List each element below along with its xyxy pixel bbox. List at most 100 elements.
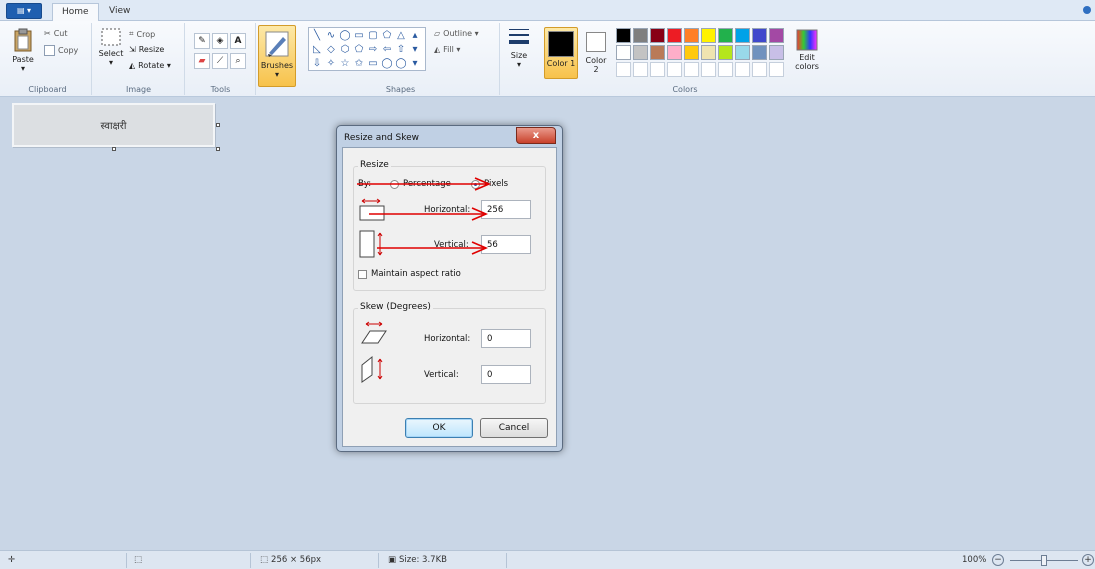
status-separator bbox=[378, 553, 379, 568]
palette-swatch[interactable] bbox=[650, 45, 665, 60]
palette-swatch[interactable] bbox=[735, 28, 750, 43]
select-button[interactable]: Select ▾ bbox=[97, 27, 125, 67]
shape-item[interactable]: ◯ bbox=[338, 29, 352, 43]
shape-item[interactable]: ⇩ bbox=[310, 57, 324, 71]
shape-item[interactable]: ⬠ bbox=[380, 29, 394, 43]
help-icon[interactable] bbox=[1083, 6, 1091, 14]
shape-item[interactable]: ▭ bbox=[352, 29, 366, 43]
fill-button[interactable]: ◭ Fill ▾ bbox=[434, 45, 460, 54]
color2-button[interactable]: Color 2 bbox=[582, 27, 610, 79]
shape-item[interactable]: ▾ bbox=[408, 43, 422, 57]
shape-item[interactable]: ◇ bbox=[324, 43, 338, 57]
custom-color-slot[interactable] bbox=[684, 62, 699, 77]
palette-swatch[interactable] bbox=[769, 45, 784, 60]
custom-color-slot[interactable] bbox=[735, 62, 750, 77]
tools-group: ✎ ◈ A ▰ ⟋ ⌕ Tools bbox=[186, 23, 256, 95]
image-group: Select ▾ ⌗ Crop ⇲ Resize ◭ Rotate ▾ Image bbox=[93, 23, 185, 95]
shape-item[interactable]: ∿ bbox=[324, 29, 338, 43]
image-canvas[interactable]: स्वाक्षरी bbox=[12, 103, 215, 147]
crop-button[interactable]: ⌗ Crop bbox=[129, 29, 155, 39]
palette-swatch[interactable] bbox=[633, 28, 648, 43]
status-bar: ✛ ⬚ ⬚ 256 × 56px ▣ Size: 3.7KB 100% − + bbox=[0, 550, 1095, 569]
tab-home[interactable]: Home bbox=[52, 3, 99, 22]
custom-color-slot[interactable] bbox=[667, 62, 682, 77]
shape-item[interactable]: ⇧ bbox=[394, 43, 408, 57]
zoom-slider-thumb[interactable] bbox=[1041, 555, 1047, 566]
shape-item[interactable]: ◺ bbox=[310, 43, 324, 57]
color1-button[interactable]: Color 1 bbox=[544, 27, 578, 79]
shape-item[interactable]: ╲ bbox=[310, 29, 324, 43]
shape-item[interactable]: ▾ bbox=[408, 57, 422, 71]
custom-color-slot[interactable] bbox=[633, 62, 648, 77]
color-picker-icon[interactable]: ⟋ bbox=[212, 53, 228, 69]
palette-swatch[interactable] bbox=[701, 28, 716, 43]
shapes-gallery[interactable]: ╲ ∿ ◯ ▭ ▢ ⬠ △ ▴ ◺ ◇ ⬡ ⬠ ⇨ ⇦ ⇧ ▾ ⇩ ✧ ☆ ✩ ▭ ◯ ◯ ▾ bbox=[308, 27, 426, 71]
zoom-out-button[interactable]: − bbox=[992, 554, 1004, 566]
shape-item[interactable]: ▭ bbox=[366, 57, 380, 71]
magnifier-icon[interactable]: ⌕ bbox=[230, 53, 246, 69]
image-group-label: Image bbox=[125, 85, 152, 94]
shape-item[interactable]: ☆ bbox=[338, 57, 352, 71]
shape-item[interactable]: △ bbox=[394, 29, 408, 43]
custom-color-slot[interactable] bbox=[701, 62, 716, 77]
custom-color-slot[interactable] bbox=[769, 62, 784, 77]
copy-button[interactable]: Copy bbox=[44, 45, 78, 56]
palette-swatch[interactable] bbox=[684, 28, 699, 43]
pencil-icon[interactable]: ✎ bbox=[194, 33, 210, 49]
file-size: ▣ Size: 3.7KB bbox=[388, 555, 447, 565]
palette-swatch[interactable] bbox=[718, 45, 733, 60]
palette-swatch[interactable] bbox=[701, 45, 716, 60]
palette-swatch[interactable] bbox=[616, 45, 631, 60]
text-tool-icon[interactable]: A bbox=[230, 33, 246, 49]
custom-color-slot[interactable] bbox=[718, 62, 733, 77]
palette-swatch[interactable] bbox=[667, 45, 682, 60]
brushes-button[interactable]: Brushes ▾ bbox=[258, 25, 296, 87]
edit-colors-button[interactable]: Edit colors bbox=[790, 29, 824, 71]
palette-swatch[interactable] bbox=[718, 28, 733, 43]
resize-handle-bottom[interactable] bbox=[112, 147, 116, 151]
file-menu-button[interactable]: ▤ ▾ bbox=[6, 3, 42, 19]
palette-swatch[interactable] bbox=[616, 28, 631, 43]
paste-button[interactable]: Paste ▾ bbox=[8, 27, 38, 73]
shapes-group-label: Shapes bbox=[385, 85, 416, 94]
shape-item[interactable]: ▢ bbox=[366, 29, 380, 43]
palette-swatch[interactable] bbox=[650, 28, 665, 43]
copy-icon bbox=[44, 45, 55, 56]
shape-item[interactable]: ▴ bbox=[408, 29, 422, 43]
size-button[interactable]: Size ▾ bbox=[504, 25, 534, 69]
custom-color-slot[interactable] bbox=[752, 62, 767, 77]
palette-swatch[interactable] bbox=[633, 45, 648, 60]
clipboard-group: Paste ▾ ✂ Cut Copy Clipboard bbox=[4, 23, 92, 95]
shape-item[interactable]: ◯ bbox=[380, 57, 394, 71]
shape-item[interactable]: ⇦ bbox=[380, 43, 394, 57]
resize-handle-corner[interactable] bbox=[216, 147, 220, 151]
shape-item[interactable]: ◯ bbox=[394, 57, 408, 71]
resize-handle-right[interactable] bbox=[216, 123, 220, 127]
shape-item[interactable]: ✩ bbox=[352, 57, 366, 71]
dialog-close-button[interactable]: x bbox=[516, 127, 556, 144]
custom-color-slot[interactable] bbox=[616, 62, 631, 77]
shape-item[interactable]: ✧ bbox=[324, 57, 338, 71]
cut-button[interactable]: ✂ Cut bbox=[44, 29, 68, 38]
shape-item[interactable]: ⬡ bbox=[338, 43, 352, 57]
custom-color-slot[interactable] bbox=[650, 62, 665, 77]
fill-bucket-icon[interactable]: ◈ bbox=[212, 33, 228, 49]
colors-group-label: Colors bbox=[672, 85, 698, 94]
eraser-icon[interactable]: ▰ bbox=[194, 53, 210, 69]
palette-swatch[interactable] bbox=[667, 28, 682, 43]
palette-swatch[interactable] bbox=[752, 45, 767, 60]
palette-swatch[interactable] bbox=[769, 28, 784, 43]
cursor-position-icon: ✛ bbox=[8, 555, 16, 565]
resize-button[interactable]: ⇲ Resize bbox=[129, 45, 164, 54]
shape-item[interactable]: ⬠ bbox=[352, 43, 366, 57]
palette-swatch[interactable] bbox=[752, 28, 767, 43]
palette-swatch[interactable] bbox=[684, 45, 699, 60]
tab-view[interactable]: View bbox=[100, 3, 139, 22]
palette-swatch[interactable] bbox=[735, 45, 750, 60]
rotate-button[interactable]: ◭ Rotate ▾ bbox=[129, 61, 171, 70]
shape-item[interactable]: ⇨ bbox=[366, 43, 380, 57]
outline-button[interactable]: ▱ Outline ▾ bbox=[434, 29, 479, 38]
rotate-icon: ◭ bbox=[129, 61, 136, 70]
zoom-in-button[interactable]: + bbox=[1082, 554, 1094, 566]
annotation-arrows bbox=[357, 177, 492, 255]
